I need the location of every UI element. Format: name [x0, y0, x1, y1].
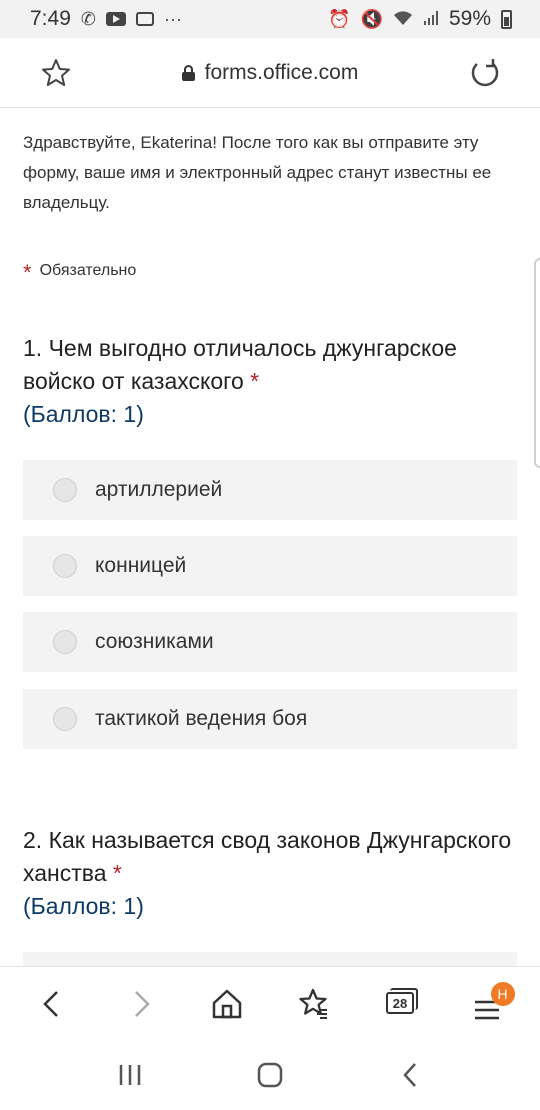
option-3[interactable]: союзниками	[23, 612, 517, 672]
status-left: 7:49 ✆ ···	[30, 7, 182, 31]
system-back-icon[interactable]	[380, 1045, 440, 1105]
battery-percent: 59%	[448, 7, 491, 30]
radio-button[interactable]	[53, 478, 77, 502]
alarm-icon: ⏰	[328, 9, 351, 29]
wifi-icon	[393, 10, 413, 29]
status-bar: 7:49 ✆ ··· ⏰ 🔇 59%	[0, 0, 540, 38]
signal-icon	[423, 10, 439, 29]
scroll-handle[interactable]	[534, 258, 540, 468]
option-label: артиллерией	[95, 478, 223, 501]
option-label: союзниками	[95, 630, 214, 653]
greeting-text: Здравствуйте, Ekaterina! После того как …	[23, 133, 492, 212]
question-2-text: 2. Как называется свод законов Джунгарск…	[23, 827, 512, 886]
instagram-icon	[135, 12, 154, 26]
option-4[interactable]: тактикой ведения боя	[23, 689, 517, 749]
option-label: конницей	[95, 554, 187, 577]
question-2-title: 2. Как называется свод законов Джунгарск…	[23, 824, 523, 923]
browser-bottom-nav: 28 H	[0, 966, 540, 1040]
reload-icon[interactable]	[468, 56, 502, 90]
back-arrow-icon[interactable]	[23, 974, 83, 1034]
form-content: Здравствуйте, Ekaterina! После того как …	[0, 108, 540, 966]
youtube-icon	[105, 12, 126, 26]
question-1-text: 1. Чем выгодно отличалось джунгарское во…	[23, 335, 457, 394]
menu-icon[interactable]: H	[457, 974, 517, 1034]
required-note: * Обязательно	[23, 258, 137, 285]
required-label: Обязательно	[39, 262, 137, 279]
question-1-required-star: *	[250, 368, 260, 394]
system-home-icon[interactable]	[240, 1045, 300, 1105]
tabs-icon[interactable]: 28	[370, 974, 430, 1034]
radio-button[interactable]	[53, 554, 77, 578]
radio-button[interactable]	[53, 630, 77, 654]
radio-button[interactable]	[53, 707, 77, 731]
browser-address-bar: forms.office.com	[0, 38, 540, 108]
question-2-points: (Баллов: 1)	[23, 893, 144, 919]
url-field[interactable]: forms.office.com	[181, 60, 359, 85]
lock-icon	[181, 64, 195, 81]
required-star: *	[23, 260, 32, 285]
next-option-partial[interactable]	[23, 952, 517, 966]
whatsapp-icon: ✆	[80, 9, 96, 29]
system-nav-bar	[0, 1040, 540, 1110]
status-right: ⏰ 🔇 59%	[328, 7, 512, 31]
option-2[interactable]: конницей	[23, 536, 517, 596]
question-1-title: 1. Чем выгодно отличалось джунгарское во…	[23, 332, 523, 431]
battery-icon	[501, 9, 512, 29]
star-icon[interactable]	[40, 57, 72, 89]
recent-apps-icon[interactable]	[100, 1045, 160, 1105]
option-1[interactable]: артиллерией	[23, 460, 517, 520]
forward-arrow-icon[interactable]	[110, 974, 170, 1034]
question-1-points: (Баллов: 1)	[23, 401, 144, 427]
tabs-count: 28	[385, 991, 414, 1014]
menu-notification-badge: H	[490, 981, 515, 1006]
home-icon[interactable]	[197, 974, 257, 1034]
option-label: тактикой ведения боя	[95, 707, 308, 730]
question-2-required-star: *	[112, 860, 122, 886]
more-notifications-icon: ···	[163, 9, 182, 29]
bookmarks-icon[interactable]	[283, 974, 343, 1034]
mute-icon: 🔇	[360, 9, 383, 29]
status-time: 7:49	[30, 7, 71, 30]
url-text: forms.office.com	[204, 60, 359, 84]
